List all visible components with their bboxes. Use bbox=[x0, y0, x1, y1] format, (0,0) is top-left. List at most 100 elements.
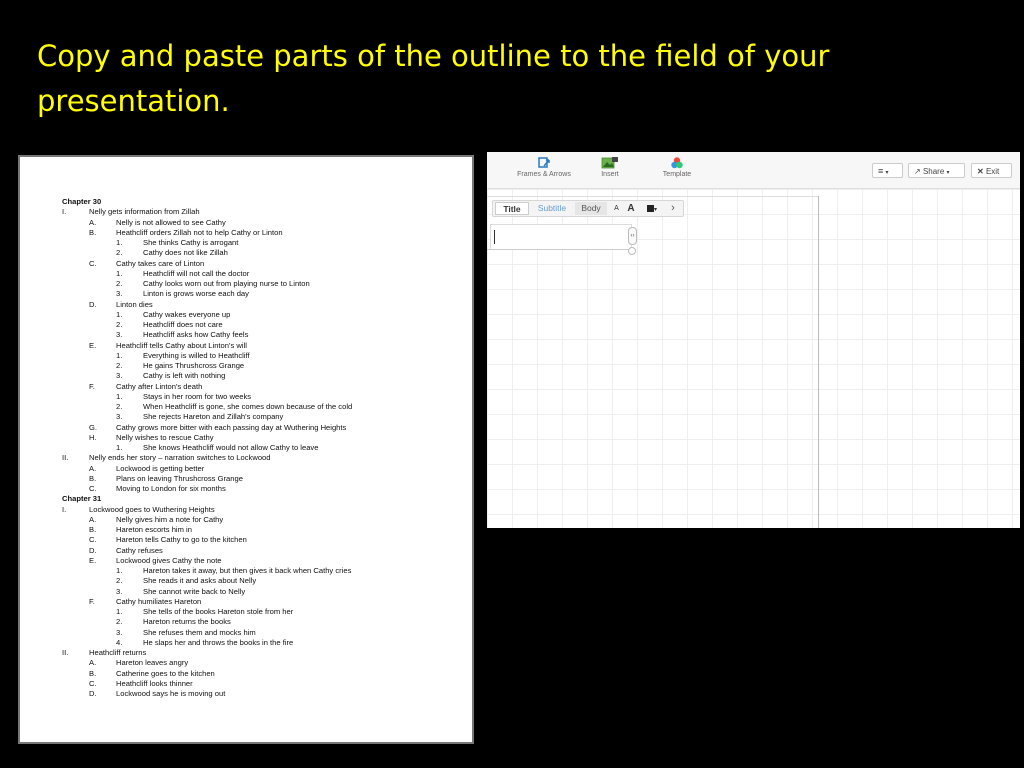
outline-item-text: Plans on leaving Thrushcross Grange bbox=[116, 473, 243, 483]
outline-item-text: Hareton escorts him in bbox=[116, 525, 192, 534]
outline-item: 3. Cathy is left with nothing bbox=[62, 371, 462, 381]
outline-item: G. Cathy grows more bitter with each pass… bbox=[62, 423, 462, 433]
outline-item: A. Nelly gives him a note for Cathy bbox=[62, 515, 462, 525]
exit-button[interactable]: ✕ Exit bbox=[971, 163, 1012, 178]
next-arrow-icon[interactable]: › bbox=[667, 202, 679, 215]
template-menu[interactable]: Template bbox=[659, 156, 695, 178]
outline-item-text: She thinks Cathy is arrogant bbox=[143, 238, 239, 247]
increase-font-button[interactable]: A bbox=[624, 202, 638, 215]
outline-item-text: When Heathcliff is gone, she comes down … bbox=[143, 402, 353, 411]
outline-item-text: Hareton returns the books bbox=[143, 617, 231, 627]
outline-item-text: Hareton leaves angry bbox=[116, 658, 189, 668]
outline-item: E. Heathcliff tells Cathy about Linton's … bbox=[62, 341, 462, 351]
outline-item-number: 1. bbox=[116, 350, 123, 360]
outline-item-number: D. bbox=[89, 545, 97, 555]
outline-item-text: Lockwood says he is moving out bbox=[116, 689, 226, 698]
textbox-underline bbox=[487, 249, 628, 250]
rotate-handle-icon[interactable] bbox=[628, 247, 636, 255]
close-icon: ✕ bbox=[977, 167, 984, 176]
outline-item-number: II. bbox=[62, 453, 69, 463]
outline-item-text: Nelly gives him a note for Cathy bbox=[116, 514, 224, 524]
outline-item-number: I. bbox=[62, 504, 67, 514]
outline-item: 2. He gains Thrushcross Grange bbox=[62, 361, 462, 371]
outline-item-number: B. bbox=[89, 227, 97, 237]
insert-image-icon bbox=[601, 157, 618, 169]
prezi-editor: Frames & Arrows Insert Template ≡ ▾ ↗ Sh… bbox=[487, 152, 1020, 528]
template-label: Template bbox=[662, 171, 692, 178]
outline-item: 1. She thinks Cathy is arrogant bbox=[62, 238, 462, 248]
outline-item-number: 2. bbox=[116, 576, 123, 586]
outline-item: C. Moving to London for six months bbox=[62, 484, 462, 494]
outline-item-number: 3. bbox=[116, 330, 123, 340]
outline-item-text: Lockwood gives Cathy the note bbox=[116, 555, 222, 565]
outline-item: B. Hareton escorts him in bbox=[62, 525, 462, 535]
outline-document: Chapter 30 I. Nelly gets information from … bbox=[18, 155, 474, 744]
outline-item-text: Cathy does not like Zillah bbox=[143, 248, 228, 258]
outline-item-number: 2. bbox=[116, 402, 123, 411]
outline-item-text: Cathy is left with nothing bbox=[143, 371, 226, 381]
text-color-button[interactable]: ▾ bbox=[642, 202, 662, 215]
outline-item: 2. Heathcliff does not care bbox=[62, 320, 462, 330]
outline-item-text: Heathcliff asks how Cathy feels bbox=[143, 330, 249, 340]
outline-item: C. Hareton tells Cathy to go to the kitch… bbox=[62, 535, 462, 545]
outline-item: B. Plans on leaving Thrushcross Grange bbox=[62, 474, 462, 484]
outline-item-text: Nelly gets information from Zillah bbox=[89, 207, 200, 217]
outline-item: 2. When Heathcliff is gone, she comes dow… bbox=[62, 402, 462, 412]
outline-item-number: 2. bbox=[116, 617, 123, 627]
outline-item: 3. She refuses them and mocks him bbox=[62, 628, 462, 638]
outline-item-number: C. bbox=[89, 678, 97, 688]
outline-item: D. Cathy refuses bbox=[62, 546, 462, 556]
outline-item-text: Cathy humiliates Hareton bbox=[116, 596, 202, 606]
outline-item-text: She cannot write back to Nelly bbox=[143, 586, 246, 596]
outline-item-text: Hareton takes it away, but then gives it… bbox=[143, 566, 352, 575]
color-swatch-icon bbox=[646, 205, 654, 213]
outline-item: 1. Heathcliff will not call the doctor bbox=[62, 269, 462, 279]
outline-item: 3. She cannot write back to Nelly bbox=[62, 587, 462, 597]
outline-item-text: Heathcliff does not care bbox=[143, 320, 223, 329]
outline-item-text: She rejects Hareton and Zillah's company bbox=[143, 412, 284, 422]
outline-item-number: 2. bbox=[116, 361, 123, 370]
outline-item: I. Nelly gets information from Zillah bbox=[62, 207, 462, 217]
title-style-button[interactable]: Title bbox=[495, 202, 529, 215]
outline-item-number: A. bbox=[89, 463, 97, 473]
decrease-font-button[interactable]: A bbox=[610, 202, 623, 215]
outline-item: C. Cathy takes care of Linton bbox=[62, 259, 462, 269]
resize-handle-icon[interactable]: ‹› bbox=[628, 227, 637, 245]
outline-item: D. Lockwood says he is moving out bbox=[62, 689, 462, 699]
outline-item-text: Moving to London for six months bbox=[116, 484, 226, 493]
share-button[interactable]: ↗ Share ▾ bbox=[908, 163, 965, 178]
outline-item-number: E. bbox=[89, 340, 97, 350]
outline-item-text: She knows Heathcliff would not allow Cat… bbox=[143, 443, 319, 452]
color-arrow-icon: ▾ bbox=[653, 207, 657, 213]
outline-item-number: B. bbox=[89, 525, 97, 534]
insert-menu[interactable]: Insert bbox=[597, 156, 623, 178]
frames-arrows-menu[interactable]: Frames & Arrows bbox=[513, 156, 575, 178]
outline-item: I. Lockwood goes to Wuthering Heights bbox=[62, 505, 462, 515]
frame-top-border bbox=[487, 196, 819, 197]
outline-item: A. Hareton leaves angry bbox=[62, 658, 462, 668]
outline-item-text: Cathy grows more bitter with each passin… bbox=[116, 422, 347, 432]
outline-item-number: 2. bbox=[116, 279, 123, 288]
outline-item-text: Cathy refuses bbox=[116, 545, 163, 555]
share-arrow-icon: ▾ bbox=[946, 170, 950, 176]
list-menu-button[interactable]: ≡ ▾ bbox=[872, 163, 903, 178]
outline-item: 1. She tells of the books Hareton stole f… bbox=[62, 607, 462, 617]
text-field[interactable] bbox=[490, 224, 632, 250]
outline-item-number: G. bbox=[89, 422, 98, 432]
outline-item-text: Chapter 30 bbox=[62, 197, 102, 206]
outline-item: C. Heathcliff looks thinner bbox=[62, 679, 462, 689]
outline-item-text: Nelly is not allowed to see Cathy bbox=[116, 217, 226, 227]
outline-item-number: 1. bbox=[116, 566, 123, 575]
outline-item-number: 3. bbox=[116, 586, 123, 596]
outline-item: F. Cathy humiliates Hareton bbox=[62, 597, 462, 607]
outline-item: A. Nelly is not allowed to see Cathy bbox=[62, 218, 462, 228]
subtitle-style-button[interactable]: Subtitle bbox=[530, 202, 574, 215]
list-menu-arrow-icon: ▾ bbox=[885, 170, 889, 176]
template-icon bbox=[671, 157, 683, 169]
list-icon: ≡ bbox=[878, 166, 884, 176]
outline-item-text: Heathcliff tells Cathy about Linton's wi… bbox=[116, 340, 247, 350]
outline-item-text: Nelly ends her story – narration switche… bbox=[89, 453, 271, 463]
body-style-button[interactable]: Body bbox=[575, 202, 607, 215]
outline-item-number: I. bbox=[62, 207, 67, 217]
outline-item: B. Catherine goes to the kitchen bbox=[62, 669, 462, 679]
